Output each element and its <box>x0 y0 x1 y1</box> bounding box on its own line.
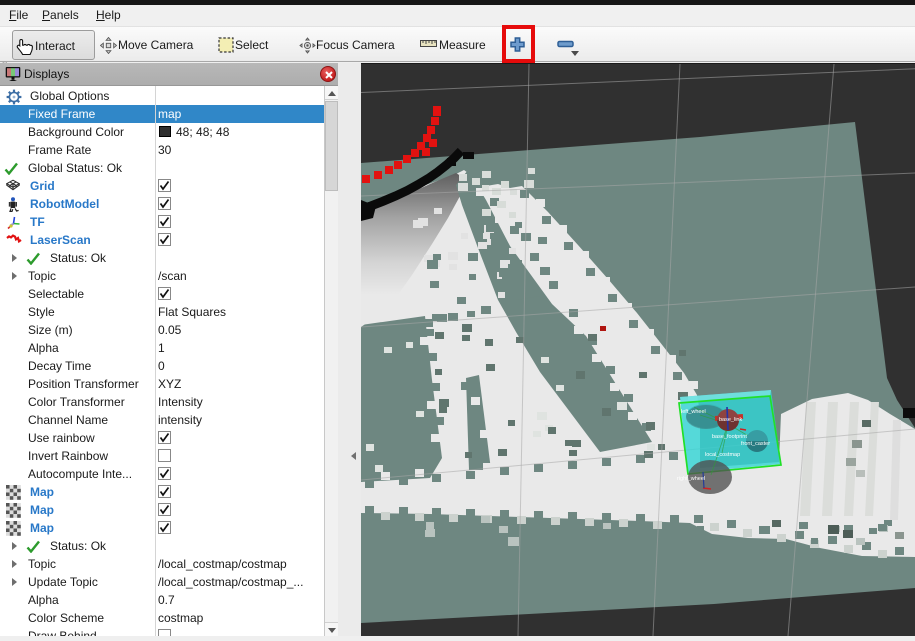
svg-text:base_footprint: base_footprint <box>712 434 747 440</box>
svg-text:base_link: base_link <box>719 417 742 423</box>
svg-text:local_costmap: local_costmap <box>705 452 740 458</box>
svg-text:front_caster: front_caster <box>741 441 770 447</box>
svg-text:left_wheel: left_wheel <box>681 409 706 415</box>
svg-text:right_wheel: right_wheel <box>677 476 705 482</box>
